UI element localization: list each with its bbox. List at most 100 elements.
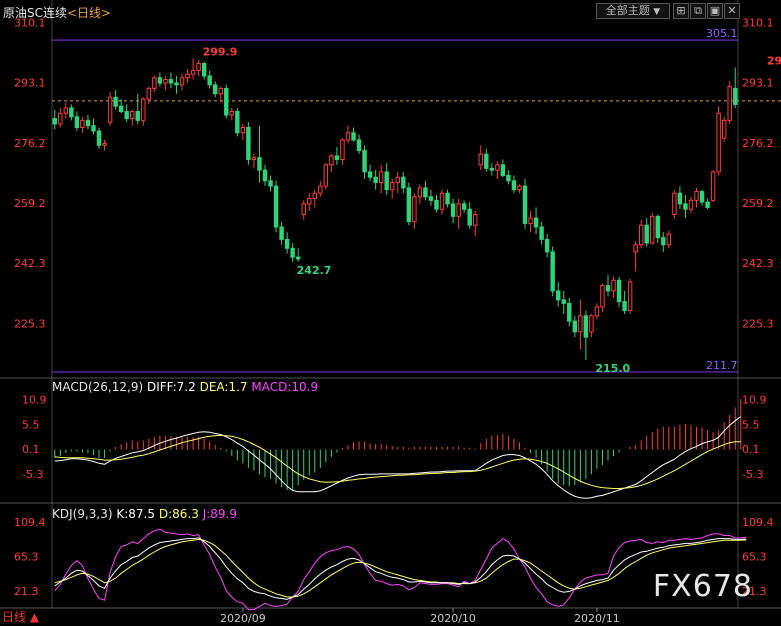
- candle-body: [152, 77, 157, 89]
- grid-icon[interactable]: ⊞: [673, 3, 689, 19]
- candle-body: [340, 139, 345, 160]
- window-icon[interactable]: ▣: [707, 3, 723, 19]
- candle-body: [218, 87, 223, 95]
- candle-body: [80, 119, 85, 128]
- theme-label: 全部主题: [605, 4, 650, 17]
- candle-body: [295, 256, 301, 260]
- macd-tick-label-left: -5.3: [22, 468, 43, 481]
- candle-body: [273, 185, 279, 228]
- macd-tick-label-left: 10.9: [22, 394, 47, 407]
- price-annotation: 297.4: [767, 54, 781, 67]
- candle-body: [312, 192, 317, 200]
- candle-body: [157, 77, 163, 84]
- candle-body: [52, 118, 57, 125]
- kdj-tick-label-left: 109.4: [14, 516, 46, 529]
- macd-tick-label-left: 5.5: [22, 418, 40, 431]
- candle-body: [334, 155, 340, 160]
- close-icon[interactable]: ✕: [724, 3, 740, 19]
- restore-icon[interactable]: ⧉: [690, 3, 706, 19]
- theme-dropdown[interactable]: 全部主题 ▼: [596, 3, 670, 19]
- candle-body: [301, 203, 306, 216]
- reference-line-label: 305.1: [706, 27, 738, 40]
- candle-body: [224, 87, 229, 116]
- candle-body: [473, 214, 478, 226]
- kdj-j-line: [54, 528, 747, 611]
- candle-body: [268, 180, 273, 187]
- candle-body: [506, 174, 511, 182]
- candle-body: [118, 105, 124, 112]
- candle-body: [207, 75, 212, 86]
- watermark-logo: FX678: [652, 569, 753, 604]
- candle-body: [395, 176, 400, 184]
- candle-body: [240, 126, 246, 134]
- candle-body: [107, 96, 113, 123]
- candle-body: [533, 217, 539, 228]
- kdj-tick-label-right: 65.3: [742, 551, 767, 564]
- candle-body: [450, 203, 456, 217]
- candle-body: [179, 77, 185, 86]
- candle-body: [721, 119, 727, 139]
- instrument-title: 原油SC连续: [3, 6, 67, 20]
- candle-body: [323, 164, 329, 187]
- candle-body: [146, 87, 152, 100]
- y-tick-label-right: 276.2: [742, 137, 774, 150]
- candle-body: [262, 169, 268, 182]
- y-tick-label-left: 293.1: [14, 77, 46, 90]
- candle-body: [329, 155, 334, 166]
- candle-body: [190, 70, 196, 75]
- x-tick-label: 2020/11: [574, 612, 620, 625]
- candle-body: [201, 63, 207, 77]
- candle-body: [578, 315, 583, 333]
- reference-line-label: 211.7: [706, 359, 738, 372]
- candle-body: [307, 198, 312, 205]
- candle-body: [633, 244, 638, 253]
- price-annotation: 215.0: [595, 362, 630, 375]
- candle-body: [428, 196, 434, 201]
- candle-body: [544, 238, 550, 253]
- candle-body: [622, 301, 627, 311]
- price-annotation: 242.7: [297, 264, 332, 277]
- candle-body: [528, 217, 533, 224]
- period-label[interactable]: <日线>: [67, 6, 111, 20]
- macd-tick-label-right: 5.5: [742, 418, 760, 431]
- candle-body: [69, 107, 74, 118]
- candle-body: [356, 139, 362, 152]
- candle-body: [445, 192, 450, 205]
- candle-body: [85, 119, 91, 127]
- candle-body: [246, 126, 251, 160]
- macd-tick-label-right: 0.1: [742, 443, 760, 456]
- candle-body: [478, 153, 483, 166]
- candle-body: [467, 208, 472, 226]
- kdj-k: K:87.5: [116, 507, 156, 521]
- candle-body: [694, 190, 699, 201]
- candle-body: [616, 279, 622, 303]
- candle-body: [605, 285, 611, 292]
- candle-body: [522, 185, 528, 224]
- candle-body: [406, 187, 412, 223]
- candle-body: [495, 164, 500, 171]
- candle-body: [124, 110, 129, 120]
- candle-body: [550, 251, 555, 292]
- candle-body: [63, 107, 69, 114]
- candle-body: [417, 187, 423, 198]
- candle-body: [130, 110, 135, 120]
- macd-tick-label-right: -5.3: [742, 468, 763, 481]
- candle-body: [661, 237, 666, 246]
- kdj-d: D:86.3: [158, 507, 199, 521]
- candle-body: [489, 167, 495, 171]
- candle-body: [318, 185, 323, 194]
- candle-body: [572, 320, 578, 333]
- candle-body: [688, 199, 694, 210]
- candle-body: [212, 84, 218, 95]
- kdj-tick-label-left: 21.3: [14, 585, 39, 598]
- x-tick-label: 2020/09: [220, 612, 266, 625]
- candle-body: [367, 171, 373, 178]
- candle-body: [257, 157, 262, 171]
- candle-body: [384, 171, 389, 191]
- period-indicator[interactable]: 日线 ▲: [2, 608, 39, 625]
- candle-body: [539, 226, 544, 240]
- candle-body: [727, 86, 732, 121]
- y-tick-label-left: 259.2: [14, 197, 46, 210]
- candle-body: [583, 315, 589, 338]
- macd-value: MACD:10.9: [251, 380, 319, 394]
